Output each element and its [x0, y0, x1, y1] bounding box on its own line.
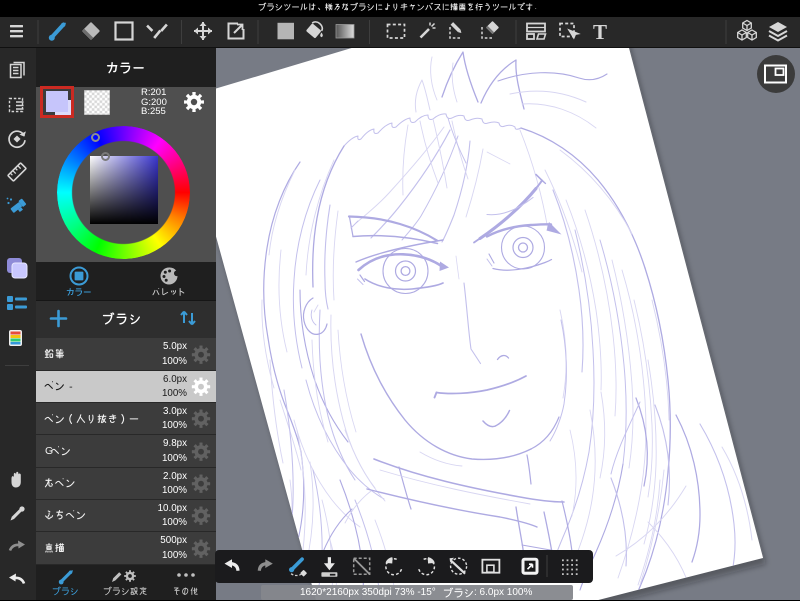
svg-text:T: T	[593, 20, 607, 44]
